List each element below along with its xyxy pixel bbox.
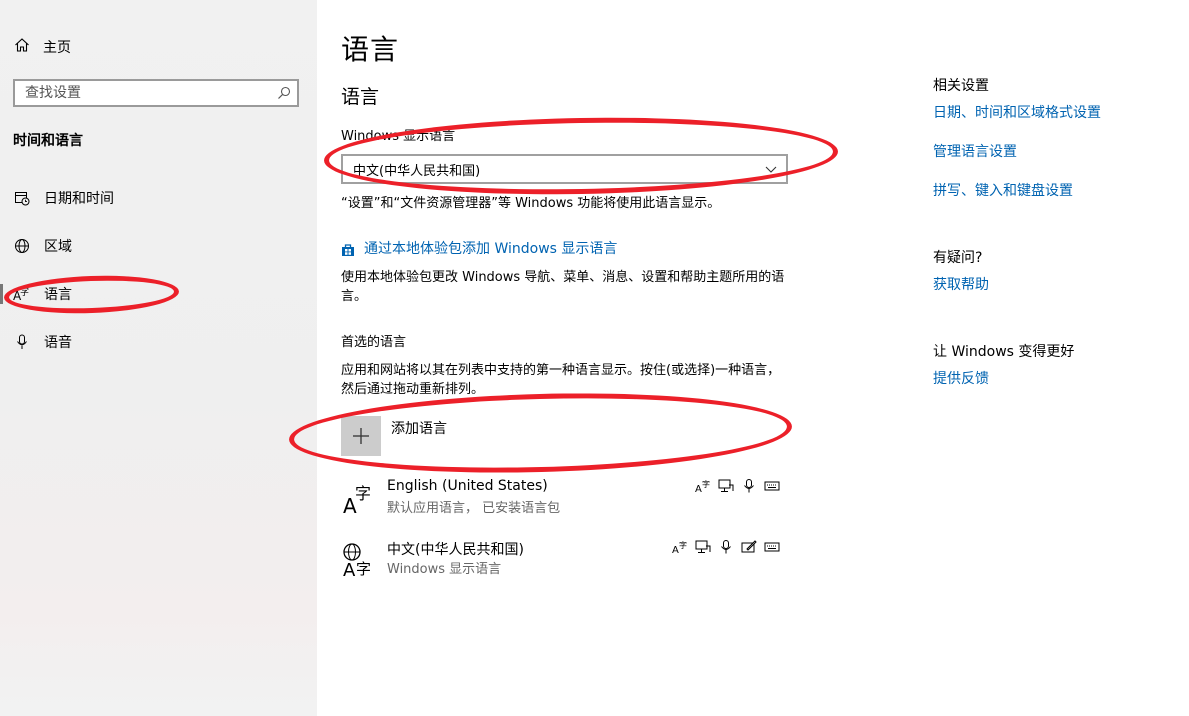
microphone-icon: [717, 539, 735, 555]
sidebar-item-label: 区域: [44, 239, 72, 255]
sidebar-section-title: 时间和语言: [13, 133, 83, 149]
language-status: Windows 显示语言: [387, 562, 502, 577]
svg-text:A: A: [695, 484, 702, 493]
language-capabilities: A字: [671, 539, 781, 555]
language-list-item[interactable]: A字 中文(中华人民共和国) Windows 显示语言 A字: [341, 539, 781, 583]
sidebar-item-label: 日期和时间: [44, 191, 114, 207]
page-title: 语言: [341, 33, 400, 66]
display-globe-language-icon: A字: [341, 541, 377, 581]
language-name: English (United States): [387, 478, 548, 494]
add-language-button[interactable]: 添加语言: [341, 416, 447, 456]
text-to-speech-icon: [717, 478, 735, 494]
language-capabilities: A字: [694, 478, 781, 494]
svg-text:字: 字: [20, 286, 29, 298]
search-box[interactable]: [13, 79, 299, 107]
calendar-clock-icon: [0, 190, 44, 206]
sidebar-item-region[interactable]: 区域: [0, 226, 317, 266]
manage-language-settings-link[interactable]: 管理语言设置: [933, 141, 1017, 161]
home-nav-item[interactable]: 主页: [14, 36, 71, 58]
sidebar-item-label: 语音: [44, 335, 72, 351]
plus-icon: [341, 416, 381, 456]
microphone-icon: [740, 478, 758, 494]
sidebar-item-language[interactable]: A字 语言: [0, 274, 317, 314]
feedback-link[interactable]: 提供反馈: [933, 368, 989, 388]
date-time-region-format-link[interactable]: 日期、时间和区域格式设置: [933, 102, 1101, 122]
language-icon: A字: [341, 480, 377, 518]
display-language-dropdown[interactable]: 中文(中华人民共和国): [341, 154, 788, 184]
search-icon[interactable]: [271, 81, 297, 105]
add-language-label: 添加语言: [391, 421, 447, 437]
main-content: 语言 语言 Windows 显示语言 中文(中华人民共和国) “设置”和“文件资…: [317, 0, 917, 716]
svg-text:A: A: [672, 545, 679, 554]
related-settings-heading: 相关设置: [933, 78, 989, 94]
language-name: 中文(中华人民共和国): [387, 542, 524, 558]
display-language-description: “设置”和“文件资源管理器”等 Windows 功能将使用此语言显示。: [341, 196, 721, 211]
microphone-icon: [0, 334, 44, 350]
svg-text:字: 字: [702, 479, 710, 489]
svg-text:字: 字: [679, 540, 687, 550]
sidebar-item-label: 语言: [44, 287, 72, 303]
spelling-typing-keyboard-link[interactable]: 拼写、键入和键盘设置: [933, 180, 1073, 200]
search-input[interactable]: [15, 85, 271, 101]
improve-windows-heading: 让 Windows 变得更好: [933, 344, 1075, 360]
globe-icon: [0, 238, 44, 254]
display-language-value: 中文(中华人民共和国): [353, 163, 481, 179]
store-icon: [341, 243, 355, 257]
svg-text:A: A: [343, 560, 356, 577]
section-heading: 语言: [341, 86, 380, 108]
display-language-icon: A字: [694, 478, 712, 494]
preferred-languages-heading: 首选的语言: [341, 335, 407, 350]
home-icon: [14, 37, 30, 57]
sidebar-item-date-time[interactable]: 日期和时间: [0, 178, 317, 218]
text-to-speech-icon: [694, 539, 712, 555]
language-list-item[interactable]: A字 English (United States) 默认应用语言， 已安装语言…: [341, 478, 781, 522]
language-status: 默认应用语言， 已安装语言包: [387, 501, 561, 516]
preferred-languages-description: 应用和网站将以其在列表中支持的第一种语言显示。按住(或选择)一种语言，然后通过拖…: [341, 363, 781, 397]
get-help-link[interactable]: 获取帮助: [933, 274, 989, 294]
language-icon: A字: [0, 286, 44, 302]
display-language-label: Windows 显示语言: [341, 129, 456, 144]
handwriting-icon: [740, 539, 758, 555]
chevron-down-icon: [764, 162, 778, 180]
display-language-icon: A字: [671, 539, 689, 555]
keyboard-icon: [763, 539, 781, 555]
add-local-pack-link-text[interactable]: 通过本地体验包添加 Windows 显示语言: [364, 240, 617, 259]
sidebar-item-speech[interactable]: 语音: [0, 322, 317, 362]
local-pack-description: 使用本地体验包更改 Windows 导航、菜单、消息、设置和帮助主题所用的语言。: [341, 270, 785, 304]
svg-text:字: 字: [355, 484, 371, 503]
keyboard-icon: [763, 478, 781, 494]
add-local-pack-link[interactable]: 通过本地体验包添加 Windows 显示语言: [341, 240, 617, 259]
svg-text:字: 字: [356, 560, 371, 577]
home-label: 主页: [43, 40, 71, 56]
sidebar: 主页 时间和语言 日期和时间 区域 A字 语言 语音: [0, 0, 317, 716]
question-heading: 有疑问?: [933, 250, 983, 266]
